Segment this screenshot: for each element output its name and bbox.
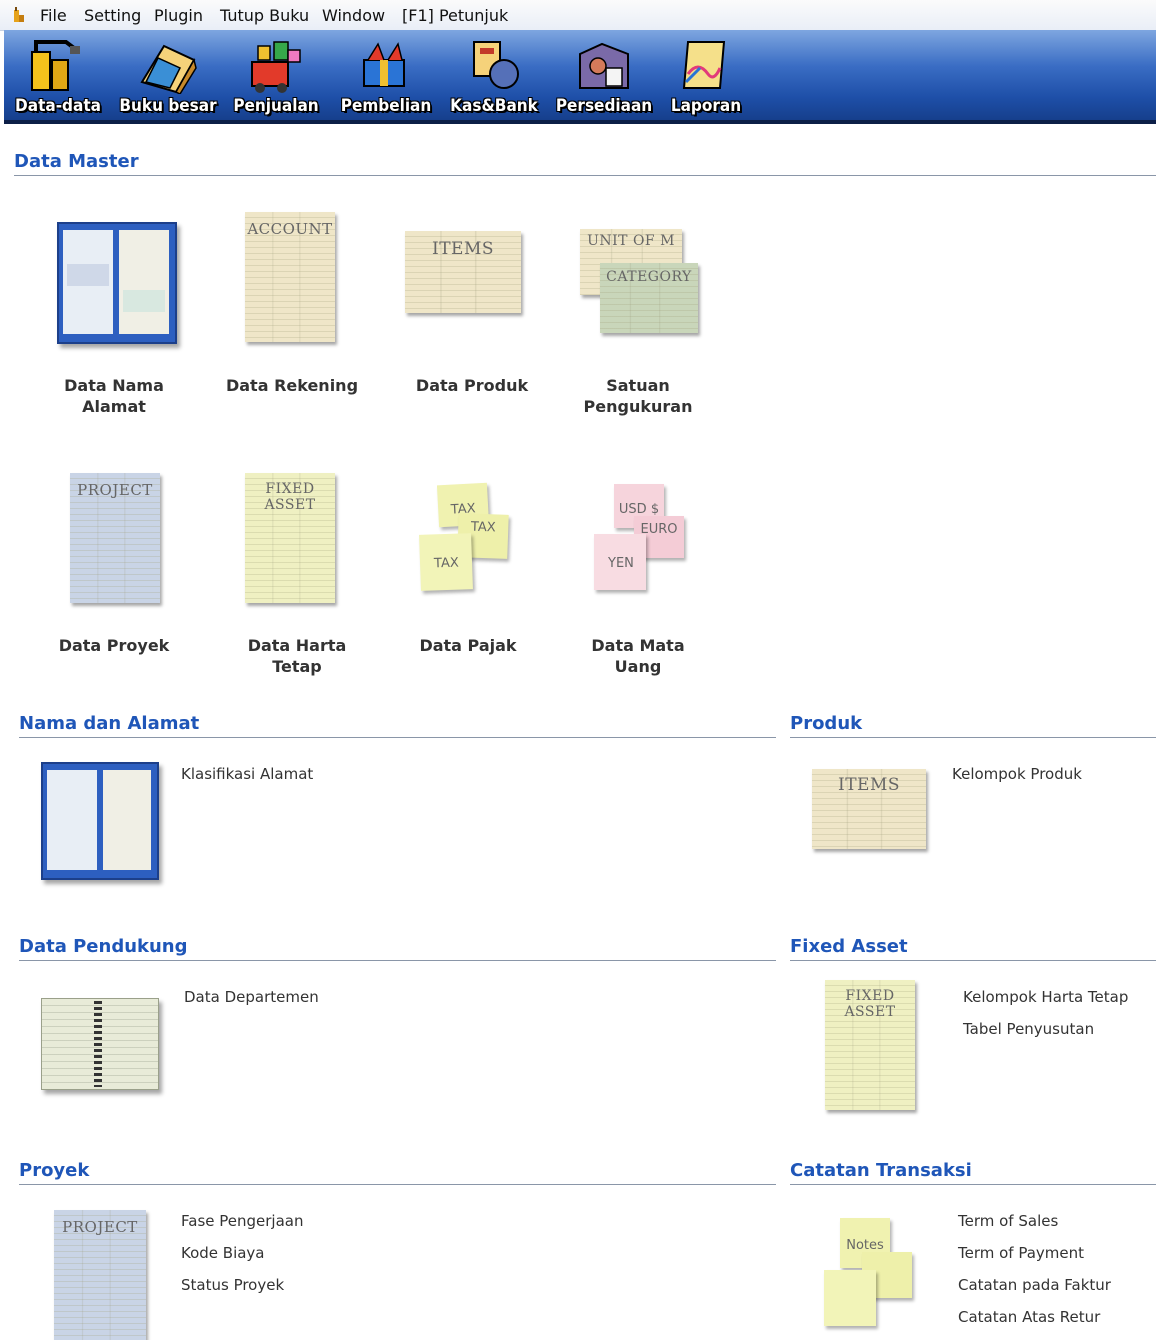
data-nama-alamat-icon[interactable] xyxy=(57,222,177,344)
link-data-departemen[interactable]: Data Departemen xyxy=(184,988,319,1006)
data-proyek-icon[interactable]: PROJECT xyxy=(70,473,160,603)
section-divider xyxy=(19,960,776,961)
link-kelompok-harta-tetap[interactable]: Kelompok Harta Tetap xyxy=(963,988,1128,1006)
link-term-of-payment[interactable]: Term of Payment xyxy=(958,1244,1084,1262)
data-data-icon xyxy=(31,40,80,91)
toolbar-buku-besar-button[interactable]: Buku besar xyxy=(118,36,218,118)
menu-tutup-buku[interactable]: Tutup Buku xyxy=(220,6,309,25)
link-status-proyek[interactable]: Status Proyek xyxy=(181,1276,284,1294)
link-tabel-penyusutan[interactable]: Tabel Penyusutan xyxy=(963,1020,1094,1038)
category-card: CATEGORY xyxy=(600,263,698,333)
section-title-nama-alamat: Nama dan Alamat xyxy=(19,713,200,734)
section-title-proyek: Proyek xyxy=(19,1160,90,1181)
link-catatan-pada-faktur[interactable]: Catatan pada Faktur xyxy=(958,1276,1111,1294)
produk-icon[interactable]: ITEMS xyxy=(812,769,926,849)
icon-caption: ITEMS xyxy=(837,775,901,795)
data-proyek-label[interactable]: Data Proyek xyxy=(44,635,184,656)
toolbar-pembelian-button[interactable]: Pembelian xyxy=(336,36,436,118)
icon-caption: PROJECT xyxy=(77,481,153,499)
fixed-asset-icon[interactable]: FIXED ASSET xyxy=(825,980,915,1110)
data-harta-tetap-icon[interactable]: FIXED ASSET xyxy=(245,473,335,603)
link-klasifikasi-alamat[interactable]: Klasifikasi Alamat xyxy=(181,765,313,783)
toolbar-data-data-button[interactable]: Data-data xyxy=(8,36,108,118)
link-kode-biaya[interactable]: Kode Biaya xyxy=(181,1244,265,1262)
data-mata-uang-label[interactable]: Data Mata Uang xyxy=(568,635,708,677)
icon-caption: ITEMS xyxy=(431,239,495,259)
toolbar-label: Buku besar xyxy=(119,96,217,116)
sales-icon xyxy=(251,41,301,93)
toolbar-laporan-button[interactable]: Laporan xyxy=(656,36,756,118)
link-fase-pengerjaan[interactable]: Fase Pengerjaan xyxy=(181,1212,303,1230)
menu-bar: File Setting Plugin Tutup Buku Window [F… xyxy=(0,0,1156,31)
toolbar-label: Data-data xyxy=(15,96,101,116)
icon-caption: FIXED ASSET xyxy=(264,481,316,513)
notebook-icon[interactable] xyxy=(41,998,159,1090)
menu-file[interactable]: File xyxy=(40,6,67,25)
section-title-fixed-asset: Fixed Asset xyxy=(790,936,908,957)
report-icon xyxy=(682,41,726,89)
toolbar: Data-data Buku besar Penjualan Pembelian xyxy=(4,30,1156,124)
data-produk-label[interactable]: Data Produk xyxy=(402,375,542,396)
tax-note: TAX xyxy=(419,533,473,591)
section-title-data-master: Data Master xyxy=(14,151,139,172)
satuan-pengukuran-icon[interactable]: UNIT OF M CATEGORY xyxy=(580,229,702,337)
icon-caption: ACCOUNT xyxy=(247,220,333,238)
proyek-icon[interactable]: PROJECT xyxy=(54,1210,146,1340)
icon-caption: FIXED ASSET xyxy=(844,988,896,1020)
yen-note: YEN xyxy=(594,534,646,590)
data-nama-alamat-label[interactable]: Data Nama Alamat xyxy=(44,375,184,417)
toolbar-label: Kas&Bank xyxy=(450,96,538,116)
section-divider xyxy=(19,737,776,738)
menu-plugin[interactable]: Plugin xyxy=(154,6,203,25)
data-mata-uang-icon[interactable]: USD $ EURO YEN xyxy=(594,484,686,596)
toolbar-label: Penjualan xyxy=(233,96,319,116)
purchase-icon xyxy=(363,42,405,87)
menu-petunjuk[interactable]: [F1] Petunjuk xyxy=(402,6,508,25)
inventory-icon xyxy=(579,42,629,89)
data-produk-icon[interactable]: ITEMS xyxy=(405,231,521,313)
data-rekening-icon[interactable]: ACCOUNT xyxy=(245,212,335,342)
menu-setting[interactable]: Setting xyxy=(84,6,141,25)
nama-alamat-icon[interactable] xyxy=(41,762,159,880)
cash-bank-icon xyxy=(473,41,519,89)
section-title-catatan-transaksi: Catatan Transaksi xyxy=(790,1160,972,1181)
icon-caption: UNIT OF M xyxy=(587,233,675,249)
data-pajak-label[interactable]: Data Pajak xyxy=(398,635,538,656)
toolbar-label: Persediaan xyxy=(555,96,653,116)
note xyxy=(824,1270,876,1326)
toolbar-label: Pembelian xyxy=(340,96,432,116)
section-divider xyxy=(790,737,1156,738)
section-title-data-pendukung: Data Pendukung xyxy=(19,936,188,957)
ledger-icon xyxy=(140,44,197,94)
menu-window[interactable]: Window xyxy=(322,6,385,25)
data-harta-tetap-label[interactable]: Data Harta Tetap xyxy=(222,635,372,677)
icon-caption: CATEGORY xyxy=(606,269,692,285)
link-catatan-atas-retur[interactable]: Catatan Atas Retur xyxy=(958,1308,1100,1326)
data-rekening-label[interactable]: Data Rekening xyxy=(222,375,362,396)
satuan-pengukuran-label[interactable]: Satuan Pengukuran xyxy=(568,375,708,417)
toolbar-kas-bank-button[interactable]: Kas&Bank xyxy=(444,36,544,118)
section-title-produk: Produk xyxy=(790,713,863,734)
data-pajak-icon[interactable]: TAX TAX TAX xyxy=(418,482,510,596)
toolbar-penjualan-button[interactable]: Penjualan xyxy=(226,36,326,118)
toolbar-label: Laporan xyxy=(670,96,742,116)
link-term-of-sales[interactable]: Term of Sales xyxy=(958,1212,1058,1230)
app-icon xyxy=(14,7,24,22)
icon-caption: PROJECT xyxy=(62,1218,138,1236)
link-kelompok-produk[interactable]: Kelompok Produk xyxy=(952,765,1082,783)
section-divider xyxy=(790,960,1156,961)
notes-icon[interactable]: Notes xyxy=(822,1218,914,1330)
toolbar-persediaan-button[interactable]: Persediaan xyxy=(554,36,654,118)
section-divider xyxy=(19,1184,776,1185)
section-divider xyxy=(790,1184,1156,1185)
section-divider xyxy=(14,175,1156,176)
